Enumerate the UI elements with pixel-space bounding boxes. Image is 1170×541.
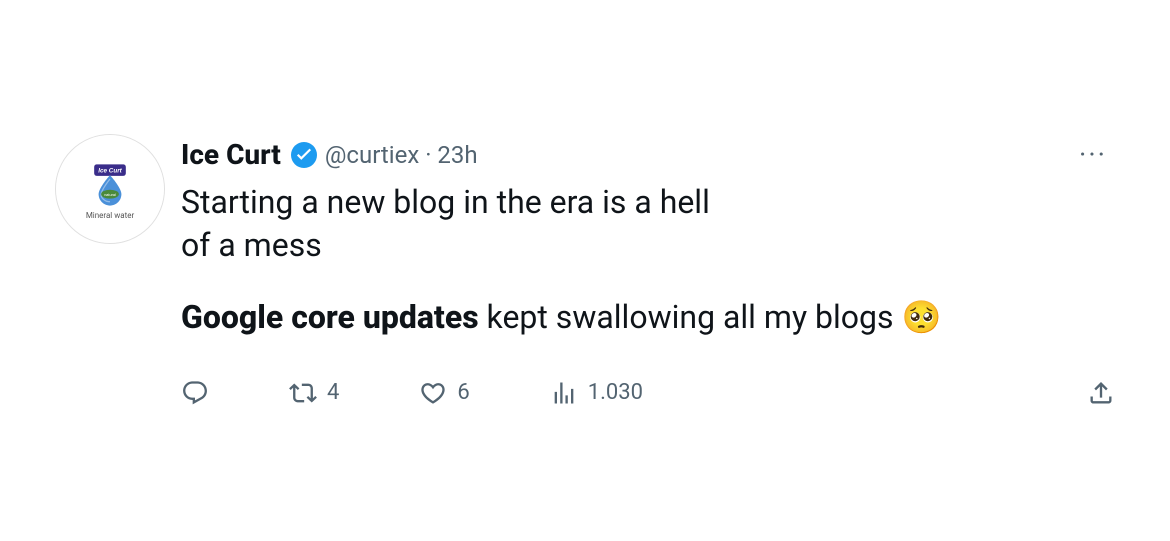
avatar-image: Ice Curt natural Mineral water: [56, 135, 164, 243]
tweet-time: 23h: [437, 141, 477, 169]
views-button[interactable]: 1.030: [550, 371, 643, 415]
more-options-button[interactable]: ···: [1071, 134, 1115, 175]
retweet-icon: [289, 379, 317, 407]
share-button[interactable]: [1087, 371, 1115, 415]
like-count: 6: [457, 380, 469, 405]
retweet-button[interactable]: 4: [289, 371, 339, 415]
avatar[interactable]: Ice Curt natural Mineral water: [55, 134, 165, 244]
retweet-count: 4: [327, 380, 339, 405]
like-button[interactable]: 6: [419, 371, 469, 415]
avatar-logo-svg: Ice Curt natural: [91, 161, 129, 209]
tweet-actions: 4 6 1.030: [181, 371, 1115, 415]
avatar-subtitle-text: Mineral water: [86, 211, 134, 220]
tweet-text-rest: kept swallowing all my blogs 🥺: [479, 298, 942, 336]
tweet-text-line1: Starting a new blog in the era is a hell: [181, 183, 710, 221]
share-icon: [1087, 379, 1115, 407]
author-display-name: Ice Curt: [181, 138, 281, 171]
reply-icon: [181, 379, 209, 407]
like-icon: [419, 379, 447, 407]
tweet-text-bold: Google core updates: [181, 298, 479, 336]
svg-text:natural: natural: [104, 193, 116, 197]
author-handle-time: @curtiex · 23h: [325, 141, 478, 169]
avatar-column: Ice Curt natural Mineral water: [55, 134, 165, 415]
tweet-card: Ice Curt natural Mineral water Ice Curt: [35, 110, 1135, 431]
views-icon: [550, 379, 578, 407]
author-handle: @curtiex: [325, 141, 419, 169]
separator: ·: [425, 141, 437, 169]
tweet-text-first: Starting a new blog in the era is a hell…: [181, 181, 1115, 267]
tweet-content: Ice Curt @curtiex · 23h ··· Starting a n…: [181, 134, 1115, 415]
views-count: 1.030: [588, 380, 643, 405]
tweet-text-second: Google core updates kept swallowing all …: [181, 296, 1115, 339]
tweet-text-line2: of a mess: [181, 226, 322, 264]
verified-badge-icon: [291, 142, 317, 168]
svg-text:Ice Curt: Ice Curt: [98, 167, 122, 174]
tweet-header: Ice Curt @curtiex · 23h ···: [181, 134, 1115, 175]
reply-button[interactable]: [181, 371, 209, 415]
tweet-header-left: Ice Curt @curtiex · 23h: [181, 138, 478, 171]
